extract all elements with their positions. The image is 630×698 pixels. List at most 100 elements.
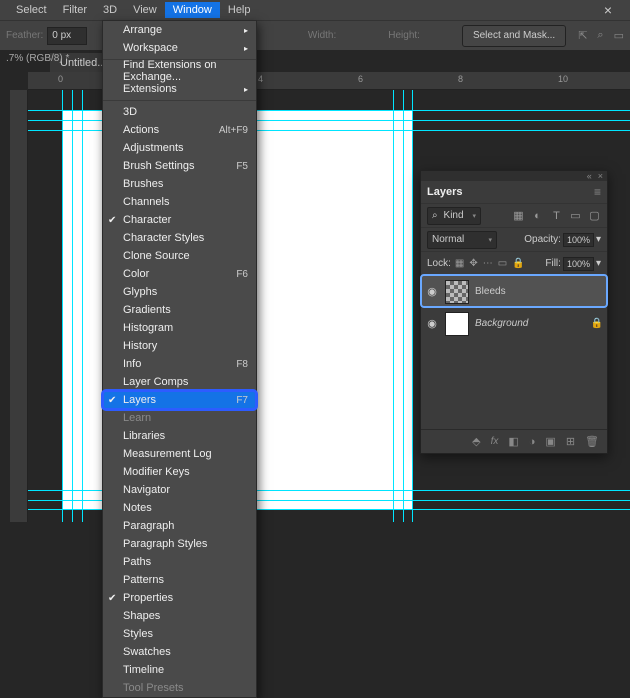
menu-item-properties[interactable]: ✔Properties — [103, 589, 256, 607]
guide-vertical[interactable] — [403, 90, 404, 522]
filter-shape-icon[interactable]: ▭ — [569, 209, 582, 222]
guide-vertical[interactable] — [72, 90, 73, 522]
height-label: Height: — [388, 30, 420, 41]
layer-thumbnail[interactable] — [445, 280, 469, 304]
visibility-icon[interactable]: ◉ — [425, 317, 439, 330]
workspace-icon[interactable]: ▭ — [614, 29, 624, 42]
lock-all-icon[interactable]: 🔒 — [512, 258, 524, 269]
menu-item-extensions[interactable]: Extensions▸ — [103, 80, 256, 98]
menu-item-patterns[interactable]: Patterns — [103, 571, 256, 589]
layer-name[interactable]: Bleeds — [475, 286, 506, 297]
width-label: Width: — [308, 30, 336, 41]
menu-item-channels[interactable]: Channels — [103, 193, 256, 211]
new-layer-icon[interactable]: ⊞ — [566, 435, 575, 448]
menu-item-character[interactable]: ✔Character — [103, 211, 256, 229]
menu-view[interactable]: View — [125, 2, 165, 18]
chevron-down-icon: ▾ — [472, 212, 476, 220]
menu-item-color[interactable]: ColorF6 — [103, 265, 256, 283]
menu-item-paragraph-styles[interactable]: Paragraph Styles — [103, 535, 256, 553]
menu-filter[interactable]: Filter — [55, 2, 95, 18]
search-icon: ⌕ — [432, 210, 438, 221]
menu-item-clone-source[interactable]: Clone Source — [103, 247, 256, 265]
visibility-icon[interactable]: ◉ — [425, 285, 439, 298]
menu-item-arrange[interactable]: Arrange▸ — [103, 21, 256, 39]
chevron-down-icon[interactable]: ▾ — [596, 258, 601, 269]
fx-icon[interactable]: fx — [491, 436, 499, 447]
lock-artboard-icon[interactable]: ▭ — [498, 258, 507, 269]
menu-item-shapes[interactable]: Shapes — [103, 607, 256, 625]
menu-item-brushes[interactable]: Brushes — [103, 175, 256, 193]
menu-item-3d[interactable]: 3D — [103, 103, 256, 121]
menu-item-history[interactable]: History — [103, 337, 256, 355]
menu-item-histogram[interactable]: Histogram — [103, 319, 256, 337]
menu-item-measurement-log[interactable]: Measurement Log — [103, 445, 256, 463]
filter-smart-icon[interactable]: ▢ — [588, 209, 601, 222]
select-and-mask-button[interactable]: Select and Mask... — [462, 25, 566, 47]
menu-item-character-styles[interactable]: Character Styles — [103, 229, 256, 247]
adjustment-layer-icon[interactable]: ◑ — [529, 436, 536, 448]
menu-select[interactable]: Select — [8, 2, 55, 18]
add-mask-icon[interactable]: ◧ — [508, 435, 518, 448]
menu-3d[interactable]: 3D — [95, 2, 125, 18]
menu-item-layers[interactable]: ✔LayersF7 — [103, 391, 256, 409]
feather-input[interactable] — [47, 27, 87, 45]
filter-adjust-icon[interactable]: ◐ — [531, 209, 544, 222]
close-icon[interactable]: × — [598, 171, 603, 181]
menu-item-modifier-keys[interactable]: Modifier Keys — [103, 463, 256, 481]
menu-item-libraries[interactable]: Libraries — [103, 427, 256, 445]
layer-list: ◉ Bleeds ◉ Background 🔒 — [421, 275, 607, 339]
menu-item-notes[interactable]: Notes — [103, 499, 256, 517]
menu-item-paths[interactable]: Paths — [103, 553, 256, 571]
menu-item-adjustments[interactable]: Adjustments — [103, 139, 256, 157]
ruler-vertical[interactable] — [10, 90, 28, 522]
lock-move-icon[interactable]: ⋯ — [483, 258, 493, 269]
menu-bar: Select Filter 3D View Window Help × — [0, 0, 630, 20]
new-group-icon[interactable]: ▣ — [545, 435, 555, 448]
menu-window[interactable]: Window — [165, 2, 220, 18]
guide-vertical[interactable] — [62, 90, 63, 522]
fill-value[interactable]: 100% — [563, 257, 594, 271]
menu-item-layer-comps[interactable]: Layer Comps — [103, 373, 256, 391]
layers-tab[interactable]: Layers — [427, 186, 462, 198]
share-icon[interactable]: ⇱ — [578, 29, 587, 42]
menu-item-navigator[interactable]: Navigator — [103, 481, 256, 499]
menu-item-brush-settings[interactable]: Brush SettingsF5 — [103, 157, 256, 175]
collapse-icon[interactable]: « — [587, 171, 592, 181]
menu-item-actions[interactable]: ActionsAlt+F9 — [103, 121, 256, 139]
filter-pixel-icon[interactable]: ▦ — [512, 209, 525, 222]
panel-drag-bar[interactable]: « × — [421, 171, 607, 181]
menu-item-styles[interactable]: Styles — [103, 625, 256, 643]
menu-item-timeline[interactable]: Timeline — [103, 661, 256, 679]
menu-item-learn[interactable]: Learn — [103, 409, 256, 427]
menu-item-paragraph[interactable]: Paragraph — [103, 517, 256, 535]
search-icon[interactable]: ⌕ — [597, 29, 603, 42]
filter-kind-select[interactable]: ⌕ Kind ▾ — [427, 207, 481, 225]
opacity-value[interactable]: 100% — [563, 233, 594, 247]
close-icon[interactable]: × — [588, 2, 628, 18]
blend-mode-select[interactable]: Normal ▾ — [427, 231, 497, 249]
delete-layer-icon[interactable]: 🗑 — [585, 435, 599, 448]
panel-menu-icon[interactable]: ≡ — [594, 185, 601, 199]
menu-item-glyphs[interactable]: Glyphs — [103, 283, 256, 301]
lock-position-icon[interactable]: ✥ — [469, 258, 477, 269]
guide-vertical[interactable] — [82, 90, 83, 522]
filter-text-icon[interactable]: T — [550, 209, 563, 222]
layer-row[interactable]: ◉ Bleeds — [421, 275, 607, 307]
menu-item-swatches[interactable]: Swatches — [103, 643, 256, 661]
layers-footer: ⬘ fx ◧ ◑ ▣ ⊞ 🗑 — [421, 429, 607, 453]
menu-item-gradients[interactable]: Gradients — [103, 301, 256, 319]
lock-icon[interactable]: 🔒 — [591, 318, 603, 329]
menu-help[interactable]: Help — [220, 2, 259, 18]
guide-vertical[interactable] — [412, 90, 413, 522]
chevron-down-icon[interactable]: ▾ — [596, 234, 601, 245]
menu-item-workspace[interactable]: Workspace▸ — [103, 39, 256, 57]
layer-thumbnail[interactable] — [445, 312, 469, 336]
menu-item-tool-presets[interactable]: Tool Presets — [103, 679, 256, 697]
link-layers-icon[interactable]: ⬘ — [472, 435, 480, 448]
menu-item-find-extensions-on-exchange-[interactable]: Find Extensions on Exchange... — [103, 62, 256, 80]
guide-vertical[interactable] — [393, 90, 394, 522]
layer-name[interactable]: Background — [475, 318, 528, 329]
layer-row[interactable]: ◉ Background 🔒 — [421, 307, 607, 339]
lock-pixels-icon[interactable]: ▦ — [455, 258, 464, 269]
menu-item-info[interactable]: InfoF8 — [103, 355, 256, 373]
